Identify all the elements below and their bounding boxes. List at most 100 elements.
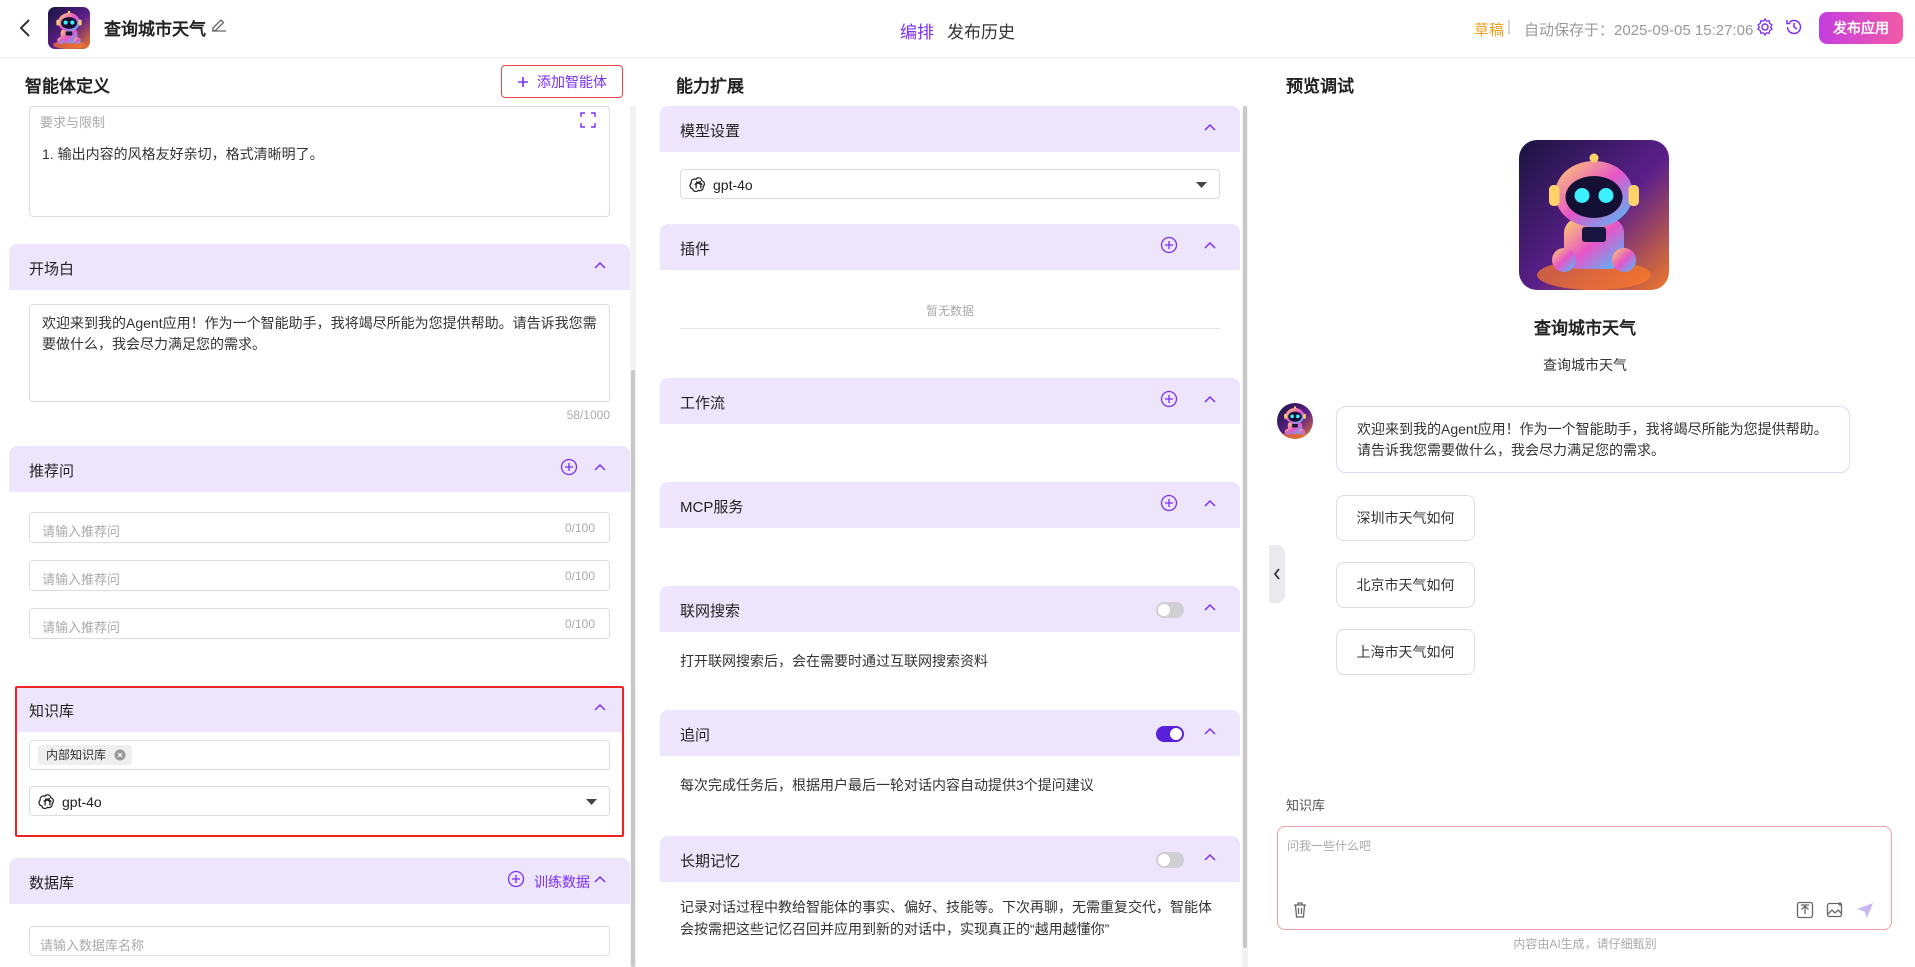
knowledge-model-value: gpt-4o (62, 794, 102, 810)
web-search-toggle[interactable] (1156, 602, 1184, 618)
add-circle-icon[interactable] (507, 870, 525, 888)
web-search-desc: 打开联网搜索后，会在需要时通过互联网搜索资料 (680, 653, 988, 669)
add-circle-icon[interactable] (1160, 494, 1178, 512)
chevron-up-icon[interactable] (592, 460, 608, 476)
chevron-up-icon[interactable] (1202, 600, 1218, 616)
chevron-up-icon[interactable] (1202, 120, 1218, 136)
opening-text: 欢迎来到我的Agent应用！作为一个智能助手，我将竭尽所能为您提供帮助。请告诉我… (42, 315, 597, 352)
train-data-link[interactable]: 训练数据 (534, 872, 590, 892)
chevron-up-icon[interactable] (1202, 238, 1218, 254)
follow-up-header[interactable]: 追问 (660, 710, 1240, 756)
chat-input-box[interactable]: 问我一些什么吧 (1277, 826, 1892, 930)
edit-pencil-icon[interactable] (210, 15, 228, 33)
plugins-header[interactable]: 插件 (660, 224, 1240, 270)
add-circle-icon[interactable] (1160, 390, 1178, 408)
tab-publish-history[interactable]: 发布历史 (947, 18, 1015, 43)
scrollbar-thumb[interactable] (1243, 106, 1247, 948)
model-settings-card: 模型设置 gpt-4o (660, 106, 1240, 216)
web-search-header[interactable]: 联网搜索 (660, 586, 1240, 632)
suggestion-placeholder: 请输入推荐问 (42, 620, 121, 635)
add-circle-icon[interactable] (1160, 236, 1178, 254)
chevron-left-icon (1273, 568, 1281, 580)
suggestion-input-1[interactable]: 请输入推荐问 0/100 (29, 512, 610, 543)
publish-button[interactable]: 发布应用 (1819, 12, 1903, 44)
requirements-field[interactable]: 要求与限制 1. 输出内容的风格友好亲切，格式清晰明了。 (29, 106, 610, 217)
collapse-handle[interactable] (1269, 545, 1285, 603)
knowledge-select[interactable]: 内部知识库 (29, 740, 610, 770)
knowledge-tag[interactable]: 内部知识库 (38, 745, 133, 765)
caret-down-icon (586, 799, 597, 805)
suggestion-counter: 0/100 (564, 569, 595, 583)
expand-icon[interactable] (579, 111, 597, 129)
chat-avatar (1277, 403, 1313, 439)
chevron-up-icon[interactable] (592, 872, 608, 888)
model-settings-header[interactable]: 模型设置 (660, 106, 1240, 152)
database-name-input[interactable]: 请输入数据库名称 (29, 926, 610, 956)
follow-up-desc: 每次完成任务后，根据用户最后一轮对话内容自动提供3个提问建议 (680, 777, 1094, 793)
chevron-up-icon[interactable] (1202, 724, 1218, 740)
follow-up-toggle[interactable] (1156, 726, 1184, 742)
knowledge-title: 知识库 (29, 703, 75, 720)
workflow-header[interactable]: 工作流 (660, 378, 1240, 424)
tab-arrange[interactable]: 编排 (900, 18, 934, 43)
trash-icon[interactable] (1292, 901, 1308, 919)
plugins-card: 插件 暂无数据 (660, 224, 1240, 374)
opening-header[interactable]: 开场白 (9, 244, 630, 290)
add-circle-icon[interactable] (560, 458, 578, 476)
long-memory-header[interactable]: 长期记忆 (660, 836, 1240, 882)
suggested-question-3[interactable]: 上海市天气如何 (1336, 629, 1475, 675)
settings-gear-icon[interactable] (1755, 17, 1775, 37)
back-arrow-icon[interactable] (16, 16, 36, 40)
close-circle-icon[interactable] (114, 749, 126, 761)
model-select[interactable]: gpt-4o (680, 169, 1220, 199)
upload-image-icon[interactable] (1826, 901, 1844, 919)
suggestion-counter: 0/100 (564, 617, 595, 631)
app-title: 查询城市天气 (104, 20, 206, 39)
history-clock-icon[interactable] (1784, 17, 1804, 37)
mcp-card: MCP服务 (660, 482, 1240, 582)
preview-agent-name: 查询城市天气 (1534, 319, 1636, 338)
database-title: 数据库 (29, 875, 75, 892)
follow-up-card: 追问 每次完成任务后，根据用户最后一轮对话内容自动提供3个提问建议 (660, 710, 1240, 826)
suggestions-header[interactable]: 推荐问 (9, 446, 630, 492)
top-header: 查询城市天气 编排 发布历史 草稿 | 自动保存于：2025-09-05 15:… (0, 0, 1915, 58)
mcp-header[interactable]: MCP服务 (660, 482, 1240, 528)
agent-definition-panel: 要求与限制 1. 输出内容的风格友好亲切，格式清晰明了。 开场白 欢迎来到我的A… (9, 106, 630, 967)
requirements-label: 要求与限制 (40, 115, 106, 130)
chevron-up-icon[interactable] (1202, 392, 1218, 408)
ai-disclaimer: 内容由AI生成，请仔细甄别 (1513, 937, 1657, 951)
follow-up-title: 追问 (680, 727, 711, 744)
suggestion-input-2[interactable]: 请输入推荐问 0/100 (29, 560, 610, 591)
model-value: gpt-4o (713, 177, 753, 193)
chat-placeholder: 问我一些什么吧 (1287, 839, 1372, 853)
scrollbar-thumb[interactable] (631, 370, 635, 967)
suggested-question-1[interactable]: 深圳市天气如何 (1336, 495, 1475, 541)
database-card: 数据库 训练数据 请输入数据库名称 (9, 858, 630, 967)
caret-down-icon (1196, 182, 1207, 188)
agent-avatar-large (1519, 140, 1669, 290)
opening-card: 开场白 欢迎来到我的Agent应用！作为一个智能助手，我将竭尽所能为您提供帮助。… (9, 244, 630, 436)
autosave-time: 自动保存于：2025-09-05 15:27:06 (1524, 22, 1754, 39)
knowledge-header[interactable]: 知识库 (15, 686, 624, 732)
suggested-question-2[interactable]: 北京市天气如何 (1336, 562, 1475, 608)
draft-status: 草稿 (1474, 22, 1505, 39)
capabilities-title: 能力扩展 (676, 77, 744, 96)
preview-title: 预览调试 (1286, 77, 1354, 96)
openai-logo-icon (689, 175, 708, 194)
chevron-up-icon[interactable] (592, 700, 608, 716)
database-header[interactable]: 数据库 训练数据 (9, 858, 630, 904)
chevron-up-icon[interactable] (1202, 850, 1218, 866)
knowledge-model-select[interactable]: gpt-4o (29, 786, 610, 816)
mcp-title: MCP服务 (680, 499, 744, 516)
chevron-up-icon[interactable] (592, 258, 608, 274)
opening-textarea[interactable]: 欢迎来到我的Agent应用！作为一个智能助手，我将竭尽所能为您提供帮助。请告诉我… (29, 304, 610, 402)
knowledge-base-label: 知识库 (1286, 798, 1326, 813)
long-memory-toggle[interactable] (1156, 852, 1184, 868)
suggestion-input-3[interactable]: 请输入推荐问 0/100 (29, 608, 610, 639)
send-icon[interactable] (1856, 901, 1874, 919)
add-agent-button[interactable]: 添加智能体 (501, 65, 623, 98)
upload-file-icon[interactable] (1796, 901, 1814, 919)
chevron-up-icon[interactable] (1202, 496, 1218, 512)
suggestions-title: 推荐问 (29, 463, 75, 480)
suggestion-placeholder: 请输入推荐问 (42, 524, 121, 539)
